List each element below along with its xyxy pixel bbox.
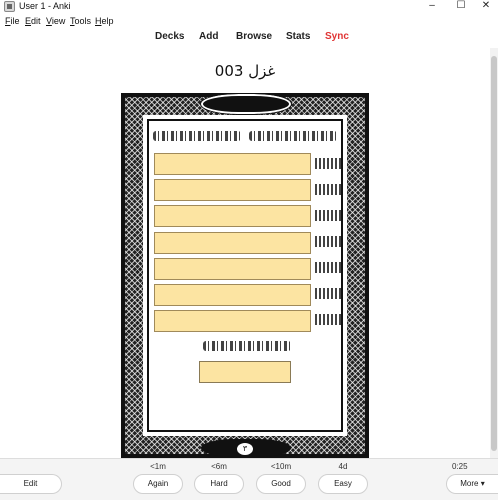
add-link[interactable]: Add	[199, 31, 218, 42]
card-title: غزل 003	[214, 62, 276, 80]
calligraphy-fragment	[315, 210, 341, 221]
calligraphy-fragment	[315, 158, 341, 169]
again-interval: <1m	[150, 462, 166, 471]
text-panel	[147, 119, 343, 432]
calligraphy-fragment	[315, 236, 341, 247]
calligraphy-fragment	[315, 262, 341, 273]
cloze-mask[interactable]	[154, 232, 311, 254]
good-interval: <10m	[270, 462, 292, 471]
minimize-button[interactable]: –	[417, 0, 447, 13]
window-title: User 1 - Anki	[19, 1, 71, 11]
menu-edit[interactable]: Edit	[25, 16, 41, 26]
calligraphy-fragment	[315, 314, 341, 325]
review-timer: 0:25	[452, 462, 468, 471]
calligraphy-fragment	[315, 288, 341, 299]
cloze-mask[interactable]	[154, 179, 311, 201]
edit-button[interactable]: Edit	[0, 474, 62, 494]
calligraphy-line	[249, 131, 337, 141]
scrollbar-thumb[interactable]	[491, 56, 497, 451]
cloze-mask[interactable]	[154, 258, 311, 280]
menu-view[interactable]: View	[46, 16, 65, 26]
cloze-mask[interactable]	[154, 310, 311, 332]
easy-button[interactable]: Easy	[318, 474, 368, 494]
title-bar: User 1 - Anki – ☐ ✕	[0, 0, 498, 14]
menu-help[interactable]: Help	[95, 16, 114, 26]
cloze-mask[interactable]	[154, 205, 311, 227]
calligraphy-line	[203, 341, 291, 351]
close-button[interactable]: ✕	[471, 0, 498, 13]
top-ornament	[200, 93, 292, 115]
calligraphy-line	[153, 131, 241, 141]
easy-interval: 4d	[338, 462, 348, 471]
menu-file[interactable]: File	[5, 16, 20, 26]
page-number: ۳	[237, 443, 253, 455]
menu-tools[interactable]: Tools	[70, 16, 91, 26]
card-viewer: غزل 003 ۳	[0, 48, 490, 458]
browse-link[interactable]: Browse	[236, 31, 272, 42]
menu-bar: File Edit View Tools Help	[0, 14, 498, 28]
cloze-mask[interactable]	[154, 153, 311, 175]
review-bar: <1m <6m <10m 4d 0:25 Edit Again Hard Goo…	[0, 458, 498, 500]
stats-link[interactable]: Stats	[286, 31, 310, 42]
manuscript-page-image: ۳	[121, 93, 369, 458]
decks-link[interactable]: Decks	[155, 31, 184, 42]
calligraphy-fragment	[315, 184, 341, 195]
main-toolbar: Decks Add Browse Stats Sync	[0, 28, 490, 48]
cloze-answer-box[interactable]	[199, 361, 291, 383]
more-button[interactable]: More ▾	[446, 474, 498, 494]
vertical-scrollbar[interactable]	[490, 48, 498, 458]
good-button[interactable]: Good	[256, 474, 306, 494]
again-button[interactable]: Again	[133, 474, 183, 494]
hard-button[interactable]: Hard	[194, 474, 244, 494]
anki-app-icon	[4, 1, 15, 12]
cloze-mask[interactable]	[154, 284, 311, 306]
hard-interval: <6m	[211, 462, 227, 471]
sync-link[interactable]: Sync	[325, 31, 349, 42]
